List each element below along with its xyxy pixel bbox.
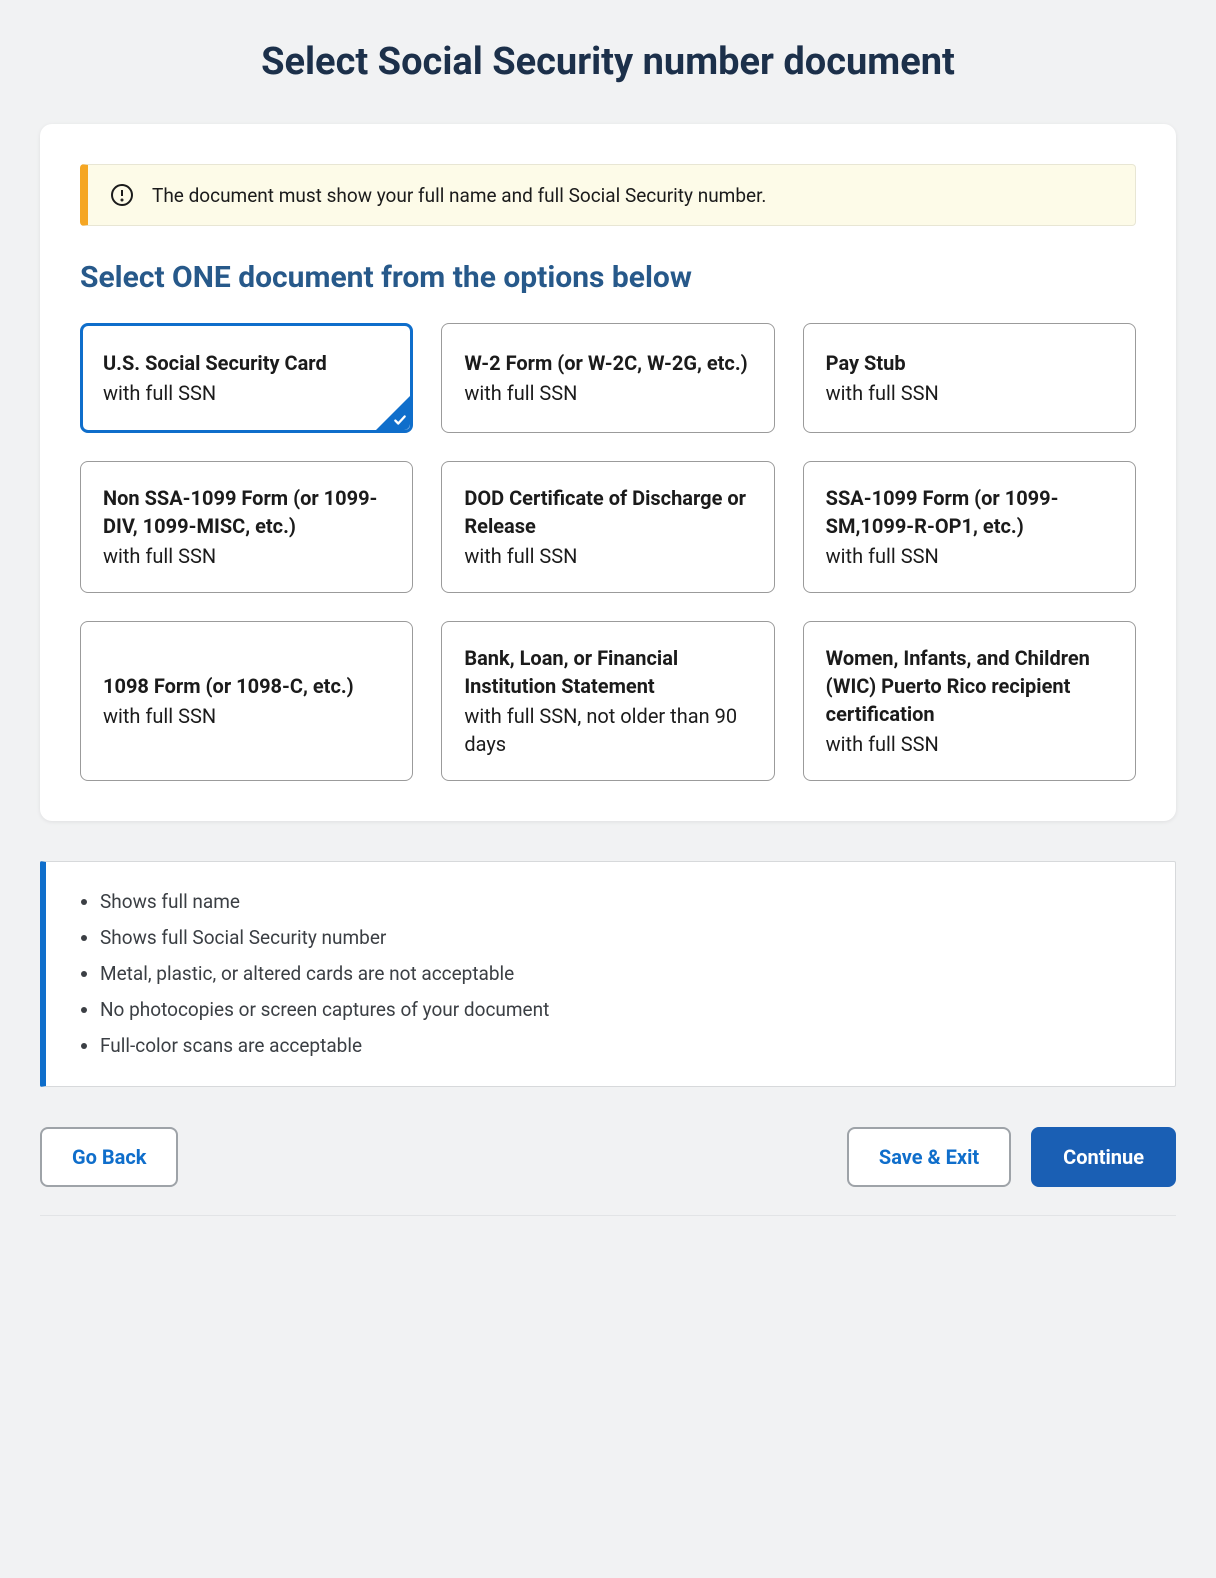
option-subtitle: with full SSN — [826, 542, 1113, 570]
document-option[interactable]: Non SSA-1099 Form (or 1099-DIV, 1099-MIS… — [80, 461, 413, 593]
options-grid: U.S. Social Security Cardwith full SSNW-… — [80, 323, 1136, 781]
requirement-item: Metal, plastic, or altered cards are not… — [100, 956, 1145, 992]
option-subtitle: with full SSN — [464, 379, 751, 407]
document-selection-card: The document must show your full name an… — [40, 124, 1176, 821]
requirements-box: Shows full nameShows full Social Securit… — [40, 861, 1176, 1087]
requirement-item: Shows full Social Security number — [100, 920, 1145, 956]
document-option[interactable]: SSA-1099 Form (or 1099-SM,1099-R-OP1, et… — [803, 461, 1136, 593]
requirement-item: Full-color scans are acceptable — [100, 1028, 1145, 1064]
document-option[interactable]: DOD Certificate of Discharge or Releasew… — [441, 461, 774, 593]
option-title: Pay Stub — [826, 349, 1113, 377]
option-title: Bank, Loan, or Financial Institution Sta… — [464, 644, 751, 700]
option-title: W-2 Form (or W-2C, W-2G, etc.) — [464, 349, 751, 377]
button-row: Go Back Save & Exit Continue — [40, 1127, 1176, 1216]
document-option[interactable]: W-2 Form (or W-2C, W-2G, etc.)with full … — [441, 323, 774, 433]
option-subtitle: with full SSN — [103, 542, 390, 570]
option-title: U.S. Social Security Card — [103, 349, 390, 377]
option-subtitle: with full SSN — [826, 730, 1113, 758]
requirement-item: Shows full name — [100, 884, 1145, 920]
go-back-button[interactable]: Go Back — [40, 1127, 178, 1187]
document-option[interactable]: Bank, Loan, or Financial Institution Sta… — [441, 621, 774, 781]
option-title: SSA-1099 Form (or 1099-SM,1099-R-OP1, et… — [826, 484, 1113, 540]
continue-button[interactable]: Continue — [1031, 1127, 1176, 1187]
page-title: Select Social Security number document — [40, 40, 1176, 84]
document-option[interactable]: 1098 Form (or 1098-C, etc.)with full SSN — [80, 621, 413, 781]
option-subtitle: with full SSN — [103, 702, 390, 730]
option-title: 1098 Form (or 1098-C, etc.) — [103, 672, 390, 700]
option-title: DOD Certificate of Discharge or Release — [464, 484, 751, 540]
option-subtitle: with full SSN — [464, 542, 751, 570]
document-option[interactable]: Women, Infants, and Children (WIC) Puert… — [803, 621, 1136, 781]
option-subtitle: with full SSN — [103, 379, 390, 407]
requirement-item: No photocopies or screen captures of you… — [100, 992, 1145, 1028]
selected-check-icon — [376, 396, 410, 430]
warning-icon — [110, 183, 134, 207]
alert-banner: The document must show your full name an… — [80, 164, 1136, 226]
document-option[interactable]: U.S. Social Security Cardwith full SSN — [80, 323, 413, 433]
option-subtitle: with full SSN, not older than 90 days — [464, 702, 751, 758]
section-heading: Select ONE document from the options bel… — [80, 260, 1136, 295]
document-option[interactable]: Pay Stubwith full SSN — [803, 323, 1136, 433]
option-title: Women, Infants, and Children (WIC) Puert… — [826, 644, 1113, 728]
alert-text: The document must show your full name an… — [152, 184, 766, 207]
option-title: Non SSA-1099 Form (or 1099-DIV, 1099-MIS… — [103, 484, 390, 540]
save-exit-button[interactable]: Save & Exit — [847, 1127, 1011, 1187]
requirements-list: Shows full nameShows full Social Securit… — [76, 884, 1145, 1064]
option-subtitle: with full SSN — [826, 379, 1113, 407]
